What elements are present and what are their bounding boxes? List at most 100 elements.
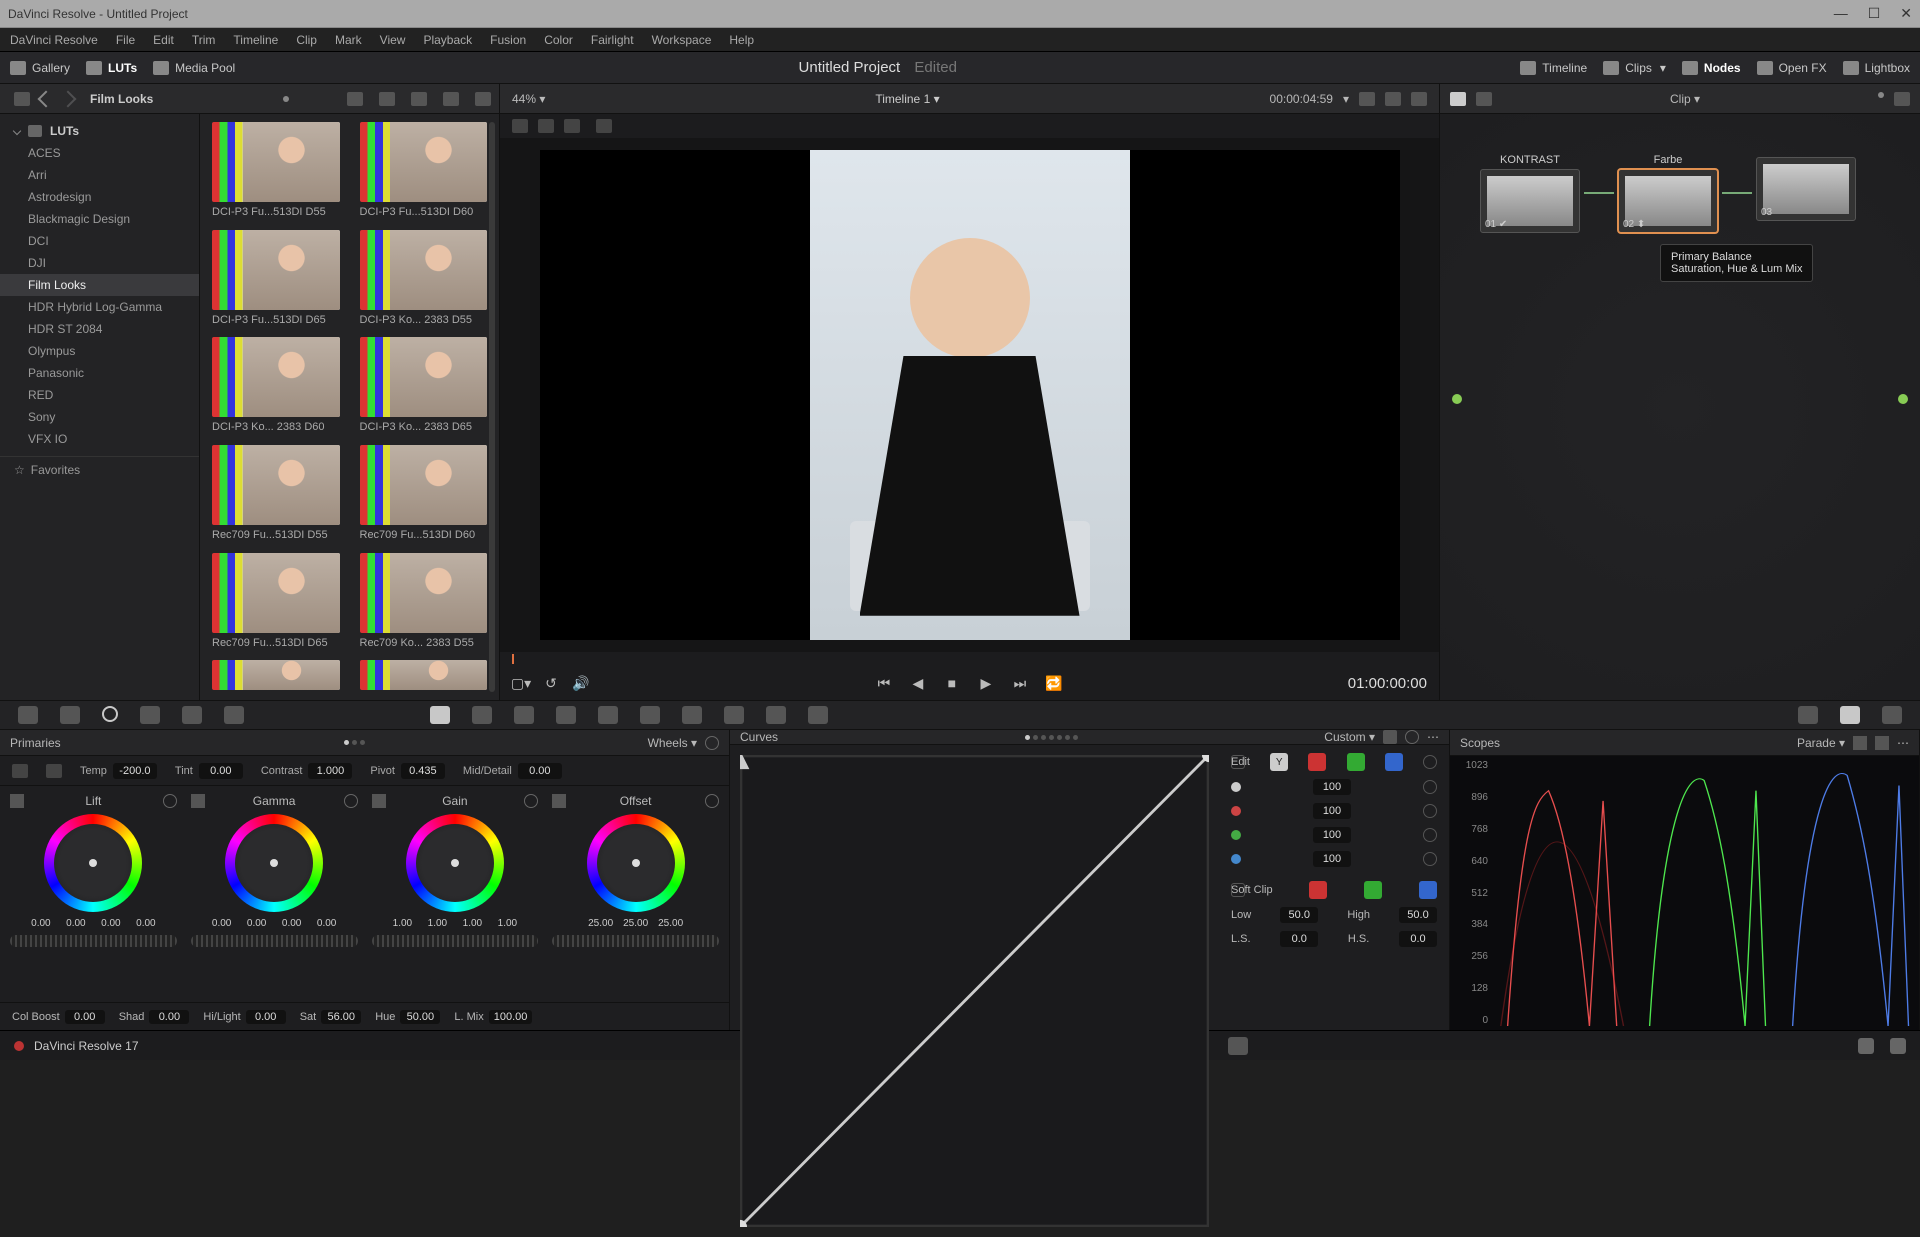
source-pin[interactable] [1452, 394, 1462, 404]
node-1[interactable]: KONTRAST 01 ✔ [1480, 154, 1580, 233]
tree-favorites[interactable]: ☆Favorites [0, 456, 199, 483]
wheel-reset-icon[interactable] [344, 794, 358, 808]
mediapool-button[interactable]: Media Pool [153, 61, 235, 75]
marker-icon[interactable]: ▢▾ [512, 674, 530, 692]
wheel-value[interactable]: 1.00 [491, 918, 523, 929]
intensity-b[interactable]: 100 [1313, 851, 1351, 867]
tree-item[interactable]: DJI [0, 252, 199, 274]
wheel-value[interactable]: 25.00 [585, 918, 617, 929]
sat-value[interactable]: 56.00 [321, 1010, 361, 1024]
grid-view-icon[interactable] [379, 92, 395, 106]
lut-thumb[interactable] [360, 660, 488, 692]
go-first-icon[interactable]: ⏮ [875, 674, 893, 692]
camera-raw-icon[interactable] [18, 706, 38, 724]
color-wheels-icon[interactable] [102, 706, 118, 722]
channel-y[interactable]: Y [1270, 753, 1288, 771]
gallery-button[interactable]: Gallery [10, 61, 70, 75]
bypass-icon[interactable] [1359, 92, 1375, 106]
hdr-wheels-icon[interactable] [140, 706, 160, 724]
3d-icon[interactable] [808, 706, 828, 724]
magic-mask-icon[interactable] [640, 706, 660, 724]
sort-icon[interactable] [347, 92, 363, 106]
stop-icon[interactable]: ■ [943, 674, 961, 692]
contrast-value[interactable]: 1.000 [308, 763, 352, 779]
window-minimize-icon[interactable]: — [1834, 5, 1848, 22]
menu-edit[interactable]: Edit [153, 33, 174, 47]
menu-app[interactable]: DaVinci Resolve [10, 33, 98, 47]
viewer-duration[interactable]: 00:00:04:59 [1270, 92, 1333, 106]
menu-fairlight[interactable]: Fairlight [591, 33, 634, 47]
panel-menu-icon[interactable] [14, 92, 30, 106]
loop-off-icon[interactable]: ↺ [542, 674, 560, 692]
softclip-link-icon[interactable] [1231, 883, 1245, 897]
viewer-zoom[interactable]: 44% ▾ [512, 92, 545, 106]
channel-r[interactable] [1308, 753, 1326, 771]
menu-color[interactable]: Color [544, 33, 573, 47]
menu-view[interactable]: View [380, 33, 406, 47]
tree-item[interactable]: DCI [0, 230, 199, 252]
tree-item[interactable]: Blackmagic Design [0, 208, 199, 230]
link-channels-icon[interactable] [1231, 755, 1245, 769]
curves-dots[interactable] [1025, 735, 1078, 740]
wheel-value[interactable]: 0.00 [25, 918, 57, 929]
menu-help[interactable]: Help [729, 33, 754, 47]
primaries-reset-icon[interactable] [705, 736, 719, 750]
tracking-icon[interactable] [598, 706, 618, 724]
picker-icon[interactable] [372, 794, 386, 808]
menu-mark[interactable]: Mark [335, 33, 362, 47]
auto-balance-icon[interactable] [12, 764, 28, 778]
project-settings-icon[interactable] [1890, 1038, 1906, 1054]
wheel-value[interactable]: 0.00 [60, 918, 92, 929]
master-jog[interactable] [191, 935, 358, 947]
pivot-value[interactable]: 0.435 [401, 763, 445, 779]
nodes-more-icon[interactable] [1894, 92, 1910, 106]
wheel-value[interactable]: 0.00 [95, 918, 127, 929]
picker-icon[interactable] [191, 794, 205, 808]
node-3[interactable]: 03 [1756, 154, 1856, 221]
intensity-y[interactable]: 100 [1313, 779, 1351, 795]
curves-icon[interactable] [430, 706, 450, 724]
wheel-value[interactable]: 25.00 [655, 918, 687, 929]
menu-trim[interactable]: Trim [192, 33, 216, 47]
lut-thumb[interactable]: DCI-P3 Ko... 2383 D60 [212, 337, 340, 435]
tree-item[interactable]: ACES [0, 142, 199, 164]
channel-g[interactable] [1347, 753, 1365, 771]
edit-reset-icon[interactable] [1423, 755, 1437, 769]
pointer-icon[interactable] [1450, 92, 1466, 106]
curves-reset-icon[interactable] [1405, 730, 1419, 744]
reset-g-icon[interactable] [1423, 828, 1437, 842]
page-dots[interactable] [344, 740, 365, 745]
tree-item[interactable]: HDR Hybrid Log-Gamma [0, 296, 199, 318]
info-icon[interactable] [1882, 706, 1902, 724]
room-deliver[interactable] [1228, 1037, 1248, 1055]
hilight-value[interactable]: 0.00 [246, 1010, 286, 1024]
color-wheel[interactable] [587, 814, 685, 912]
channel-b[interactable] [1385, 753, 1403, 771]
warper-icon[interactable] [472, 706, 492, 724]
audio-icon[interactable]: 🔊 [572, 674, 590, 692]
softclip-high[interactable]: 50.0 [1399, 907, 1437, 923]
motion-effects-icon[interactable] [224, 706, 244, 724]
wheel-value[interactable]: 0.00 [130, 918, 162, 929]
lut-thumb[interactable]: DCI-P3 Fu...513DI D60 [360, 122, 488, 220]
wheel-value[interactable]: 0.00 [241, 918, 273, 929]
color-match-icon[interactable] [60, 706, 80, 724]
node-graph[interactable]: KONTRAST 01 ✔ Farbe 02 ⬍ 03 Primary Bala… [1440, 114, 1920, 700]
tree-item[interactable]: RED [0, 384, 199, 406]
lut-thumb[interactable]: DCI-P3 Fu...513DI D65 [212, 230, 340, 328]
lut-thumb[interactable]: DCI-P3 Fu...513DI D55 [212, 122, 340, 220]
softclip-ls[interactable]: 0.0 [1280, 931, 1318, 947]
lightbox-button[interactable]: Lightbox [1843, 61, 1910, 75]
tint-value[interactable]: 0.00 [199, 763, 243, 779]
master-jog[interactable] [372, 935, 539, 947]
home-icon[interactable] [1858, 1038, 1874, 1054]
middetail-value[interactable]: 0.00 [518, 763, 562, 779]
keyframe-icon[interactable] [1798, 706, 1818, 724]
softclip-b[interactable] [1419, 881, 1437, 899]
menu-file[interactable]: File [116, 33, 135, 47]
window-icon[interactable] [556, 706, 576, 724]
tree-item[interactable]: Olympus [0, 340, 199, 362]
shad-value[interactable]: 0.00 [149, 1010, 189, 1024]
menu-clip[interactable]: Clip [296, 33, 317, 47]
lut-thumb[interactable]: Rec709 Fu...513DI D60 [360, 445, 488, 543]
